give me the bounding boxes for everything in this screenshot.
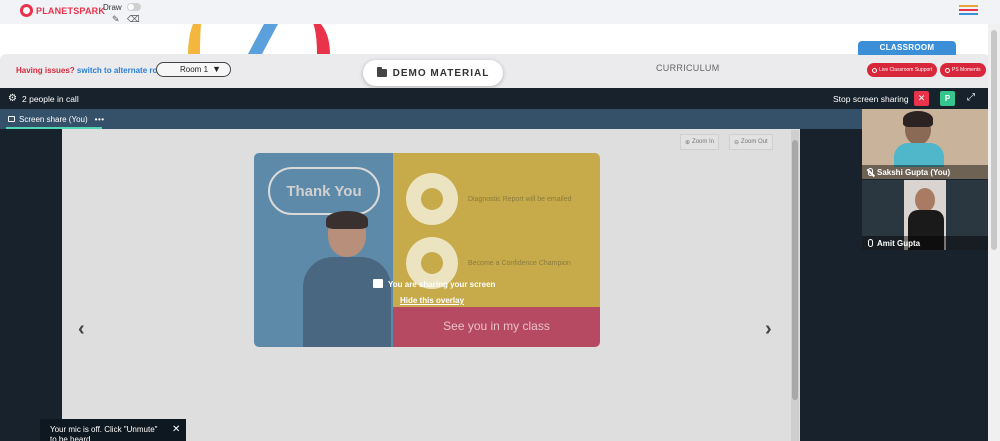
robot-face bbox=[421, 252, 443, 274]
participant-shirt bbox=[894, 143, 944, 167]
thank-you-bubble: Thank You bbox=[268, 167, 380, 215]
call-bar: ⚙ 2 people in call Stop screen sharing ✕… bbox=[0, 88, 988, 109]
page-scrollbar-thumb[interactable] bbox=[991, 30, 997, 250]
participant-name-bar: Amit Gupta bbox=[862, 236, 988, 250]
mic-off-icon bbox=[868, 168, 873, 176]
toast-message: Your mic is off. Click "Unmute" to be he… bbox=[50, 425, 158, 441]
hide-overlay-link[interactable]: Hide this overlay bbox=[400, 296, 464, 305]
previous-slide-arrow-icon[interactable]: ‹ bbox=[78, 318, 85, 341]
tab-screen-share[interactable]: Screen share (You) ••• bbox=[6, 109, 107, 129]
people-count: 2 people in call bbox=[22, 94, 79, 104]
live-support-button[interactable]: Live Classroom Support bbox=[867, 63, 938, 77]
support-icon bbox=[872, 67, 877, 73]
video-tile-self[interactable]: Sakshi Gupta (You) bbox=[862, 109, 988, 179]
menu-line-2 bbox=[959, 9, 978, 11]
slide-left-panel: Thank You bbox=[254, 153, 393, 347]
issues-text: Having issues? bbox=[16, 66, 75, 75]
top-header: PLANETSPARK Draw ✎ ⌫ bbox=[0, 0, 1000, 24]
zoom-out-icon: ⊖ bbox=[734, 139, 740, 146]
demo-material-button[interactable]: DEMO MATERIAL bbox=[363, 60, 503, 86]
robot-face bbox=[421, 188, 443, 210]
tab-bar: Screen share (You) ••• bbox=[0, 109, 862, 129]
hamburger-menu-icon[interactable] bbox=[959, 5, 978, 16]
screen-share-icon bbox=[8, 116, 15, 122]
teacher-hair bbox=[326, 211, 368, 229]
stop-sharing-button[interactable]: ✕ bbox=[914, 91, 929, 106]
participant-name: Amit Gupta bbox=[877, 238, 921, 248]
sharing-overlay-text: You are sharing your screen bbox=[388, 280, 496, 289]
feature-champion-text: Become a Confidence Champion bbox=[468, 259, 571, 267]
draw-label: Draw bbox=[103, 3, 122, 12]
draw-toggle[interactable] bbox=[127, 3, 141, 11]
participant-name-bar: Sakshi Gupta (You) bbox=[862, 165, 988, 179]
participant-face bbox=[915, 188, 935, 212]
classroom-tab[interactable]: CLASSROOM bbox=[858, 41, 956, 55]
gear-icon[interactable]: ⚙ bbox=[8, 93, 17, 104]
caret-down-icon: ▼ bbox=[212, 64, 221, 74]
demo-material-label: DEMO MATERIAL bbox=[392, 67, 490, 79]
stop-screen-sharing-label[interactable]: Stop screen sharing bbox=[833, 94, 909, 104]
more-options-icon[interactable]: ••• bbox=[95, 115, 105, 124]
zoom-in-icon: ⊕ bbox=[685, 139, 691, 146]
moments-icon bbox=[945, 67, 950, 73]
mic-off-toast: Your mic is off. Click "Unmute" to be he… bbox=[40, 419, 186, 441]
tab-label: Screen share (You) bbox=[19, 114, 88, 124]
logo-text: PLANETSPARK bbox=[36, 5, 106, 16]
close-icon[interactable]: ✕ bbox=[172, 424, 180, 435]
logo-mark-icon bbox=[20, 4, 33, 17]
participant-hair bbox=[903, 111, 933, 127]
see-you-text: See you in my class bbox=[443, 319, 550, 333]
app-root: PLANETSPARK Draw ✎ ⌫ Having issues? swit… bbox=[0, 0, 1000, 441]
room-select-value: Room 1 bbox=[180, 65, 209, 74]
participant-name: Sakshi Gupta (You) bbox=[877, 167, 951, 177]
ps-moments-label: PS Moments bbox=[952, 67, 981, 73]
menu-line-3 bbox=[959, 13, 978, 15]
mic-icon bbox=[868, 239, 873, 247]
folder-icon bbox=[376, 67, 387, 77]
zoom-in-button[interactable]: ⊕ Zoom In bbox=[680, 134, 720, 150]
robot-icon bbox=[406, 173, 458, 225]
video-tile-amit[interactable]: Amit Gupta bbox=[862, 180, 988, 250]
fullscreen-expand-icon[interactable]: ⤢ bbox=[967, 92, 975, 103]
feature-diagnostic-text: Diagnostic Report will be emailed bbox=[468, 195, 572, 203]
zoom-out-label: Zoom Out bbox=[741, 139, 768, 145]
presentation-slide: Thank You Diagnostic Report will be emai… bbox=[254, 153, 600, 347]
planetspark-logo[interactable]: PLANETSPARK bbox=[20, 4, 105, 17]
teacher-body bbox=[303, 257, 391, 347]
feature-diagnostic: Diagnostic Report will be emailed bbox=[406, 173, 572, 225]
zoom-out-button[interactable]: ⊖ Zoom Out bbox=[729, 134, 773, 150]
zoom-in-label: Zoom In bbox=[692, 139, 715, 145]
menu-line-1 bbox=[959, 5, 978, 7]
shared-scrollbar-thumb[interactable] bbox=[792, 140, 798, 400]
next-slide-arrow-icon[interactable]: › bbox=[765, 318, 772, 341]
participant-p-button[interactable]: P bbox=[940, 91, 955, 106]
sharing-screen-icon bbox=[373, 279, 383, 288]
live-support-label: Live Classroom Support bbox=[879, 67, 933, 73]
issues-notice: Having issues? switch to alternate room bbox=[16, 66, 169, 75]
room-select[interactable]: Room 1 ▼ bbox=[156, 62, 231, 77]
ps-moments-button[interactable]: PS Moments bbox=[940, 63, 986, 77]
curriculum-tab[interactable]: CURRICULUM bbox=[656, 63, 720, 73]
